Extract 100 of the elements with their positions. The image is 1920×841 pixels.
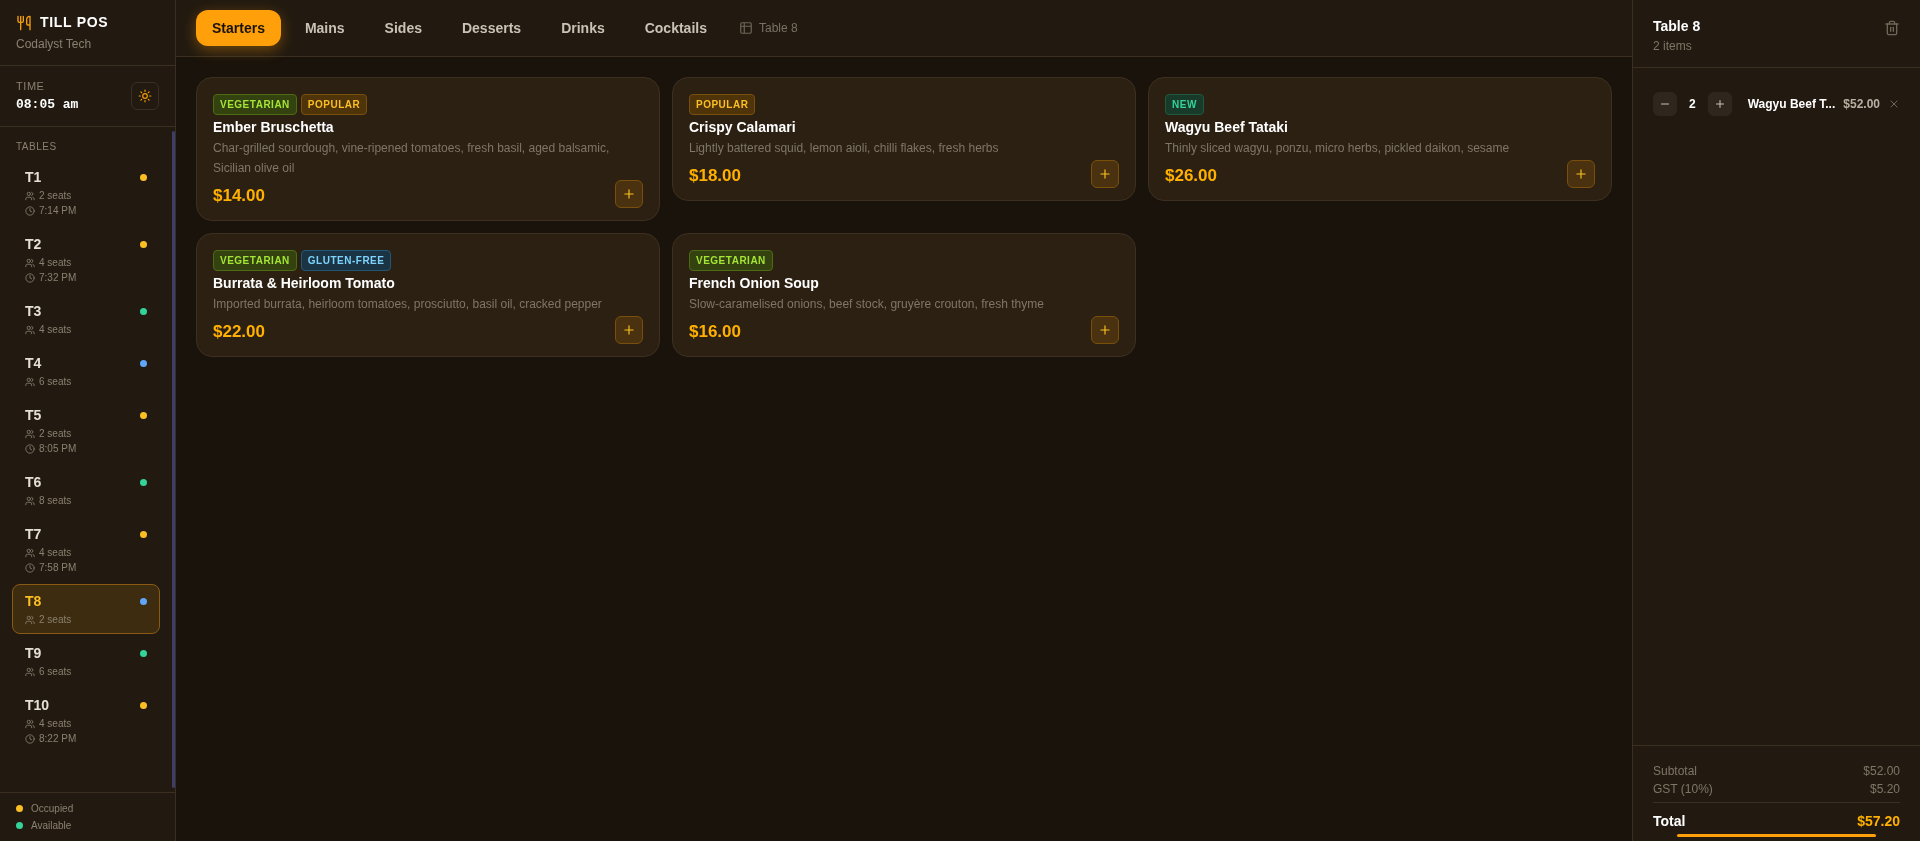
people-icon — [25, 190, 35, 201]
sun-icon — [138, 89, 152, 103]
table-item[interactable]: T3 4 seats — [12, 294, 160, 344]
menu-item-card[interactable]: VEGETARIAN POPULAR Ember Bruschetta Char-grilled sourdough, vine-ripened tomatoes, fresh basil, aged balsamic, Sicilian olive oil $14.00 — [196, 77, 660, 221]
category-tab[interactable]: Cocktails — [628, 10, 723, 46]
menu-item-card[interactable]: NEW Wagyu Beef Tataki Thinly sliced wagyu, ponzu, micro herbs, pickled daikon, sesame $26.00 — [1148, 77, 1612, 201]
increase-button[interactable] — [1708, 92, 1732, 116]
item-name: Crispy Calamari — [689, 118, 797, 137]
table-name: T7 — [25, 525, 42, 544]
trash-icon — [1884, 20, 1900, 36]
item-price: $16.00 — [689, 320, 741, 343]
tag-badge: VEGETARIAN — [689, 250, 773, 271]
item-name: Ember Bruschetta — [213, 118, 335, 137]
item-description: Thinly sliced wagyu, ponzu, micro herbs, pickled daikon, sesame — [1165, 140, 1511, 157]
people-icon — [25, 376, 35, 387]
menu-item-card[interactable]: VEGETARIAN GLUTEN-FREE Burrata & Heirloom Tomato Imported burrata, heirloom tomatoes, prosciutto, basil oil, cracked pepper $22.00 — [196, 233, 660, 357]
table-seats: 4 seats — [39, 716, 72, 731]
plus-icon — [1098, 323, 1112, 337]
total-label: Total — [1653, 812, 1686, 831]
line-quantity: 2 — [1688, 96, 1697, 113]
table-seats: 8 seats — [39, 493, 72, 508]
item-price: $18.00 — [689, 164, 741, 187]
scrollbar[interactable] — [172, 131, 175, 788]
add-button[interactable] — [1091, 160, 1119, 188]
table-seats: 2 seats — [39, 426, 72, 441]
table-seats: 6 seats — [39, 664, 72, 679]
legend-label: Occupied — [31, 802, 74, 816]
table-seats: 4 seats — [39, 255, 72, 270]
table-icon — [738, 21, 753, 35]
menu-item-card[interactable]: POPULAR Crispy Calamari Lightly battered squid, lemon aioli, chilli flakes, fresh herbs $18.00 — [672, 77, 1136, 201]
tax-value: $5.20 — [1869, 781, 1900, 798]
tag-badge: NEW — [1165, 94, 1204, 115]
current-table-label: Table 8 — [758, 20, 798, 37]
time-label: TIME — [16, 79, 46, 94]
subtotal-label: Subtotal — [1653, 763, 1698, 780]
clock-icon — [25, 443, 35, 454]
item-name: Wagyu Beef Tataki — [1165, 118, 1289, 137]
clock-icon — [25, 205, 35, 216]
item-price: $26.00 — [1165, 164, 1217, 187]
table-item[interactable]: T9 6 seats — [12, 636, 160, 686]
table-name: T8 — [25, 592, 42, 611]
tables-heading: TABLES — [15, 140, 58, 154]
table-item[interactable]: T10 4 seats 8:22 PM — [12, 688, 160, 753]
tag-badge: POPULAR — [300, 94, 368, 115]
table-time: 7:58 PM — [39, 561, 77, 575]
tag-badge: VEGETARIAN — [213, 250, 297, 271]
table-item[interactable]: T7 4 seats 7:58 PM — [12, 517, 160, 582]
table-name: T2 — [25, 235, 42, 254]
plus-icon — [1574, 167, 1588, 181]
add-button[interactable] — [1091, 316, 1119, 344]
category-tab[interactable]: Starters — [196, 10, 281, 46]
add-button[interactable] — [615, 180, 643, 208]
remove-button[interactable] — [1888, 98, 1900, 110]
people-icon — [25, 614, 35, 625]
category-tab[interactable]: Mains — [288, 10, 361, 46]
subtotal-value: $52.00 — [1863, 763, 1900, 780]
table-name: T5 — [25, 406, 42, 425]
item-description: Lightly battered squid, lemon aioli, chilli flakes, fresh herbs — [689, 140, 1000, 157]
clock-icon — [25, 733, 35, 744]
item-price: $22.00 — [213, 320, 265, 343]
close-icon — [1888, 98, 1900, 110]
table-name: T4 — [25, 354, 42, 373]
menu-item-card[interactable]: VEGETARIAN French Onion Soup Slow-caramelised onions, beef stock, gruyère crouton, fresh thyme $16.00 — [672, 233, 1136, 357]
table-item[interactable]: T1 2 seats 7:14 PM — [12, 160, 160, 225]
theme-toggle-button[interactable] — [131, 82, 159, 110]
table-item[interactable]: T8 2 seats — [12, 584, 160, 634]
line-price: $52.00 — [1843, 96, 1880, 113]
add-button[interactable] — [1567, 160, 1595, 188]
table-item[interactable]: T2 4 seats 7:32 PM — [12, 227, 160, 292]
table-item[interactable]: T4 6 seats — [12, 346, 160, 396]
table-item[interactable]: T5 2 seats 8:05 PM — [12, 398, 160, 463]
table-seats: 6 seats — [39, 374, 72, 389]
table-seats: 2 seats — [39, 188, 72, 203]
people-icon — [25, 666, 35, 677]
item-name: French Onion Soup — [689, 274, 820, 293]
table-time: 7:32 PM — [39, 271, 77, 285]
brand-subtitle: Codalyst Tech — [16, 36, 93, 53]
line-item-name: Wagyu Beef T... — [1747, 96, 1836, 113]
category-tab[interactable]: Sides — [368, 10, 438, 46]
table-item[interactable]: T6 8 seats — [12, 465, 160, 515]
item-description: Imported burrata, heirloom tomatoes, prosciutto, basil oil, cracked pepper — [213, 296, 603, 313]
plus-icon — [1098, 167, 1112, 181]
table-name: T1 — [25, 168, 42, 187]
table-time: 7:14 PM — [39, 204, 77, 218]
table-time: 8:22 PM — [39, 732, 77, 746]
tag-badge: POPULAR — [689, 94, 756, 115]
utensils-icon — [16, 14, 32, 31]
clock-icon — [25, 562, 35, 573]
table-name: T9 — [25, 644, 42, 663]
people-icon — [25, 324, 35, 335]
decrease-button[interactable] — [1653, 92, 1677, 116]
category-tab[interactable]: Desserts — [445, 10, 538, 46]
total-value: $57.20 — [1857, 812, 1900, 831]
category-tab[interactable]: Drinks — [545, 10, 621, 46]
plus-icon — [622, 187, 636, 201]
order-title: Table 8 — [1653, 17, 1701, 36]
delete-button[interactable] — [1884, 20, 1900, 36]
add-button[interactable] — [615, 316, 643, 344]
tag-badge: VEGETARIAN — [213, 94, 297, 115]
item-description: Char-grilled sourdough, vine-ripened tomatoes, fresh basil, aged balsamic, Sicilian olive oil — [213, 140, 611, 177]
